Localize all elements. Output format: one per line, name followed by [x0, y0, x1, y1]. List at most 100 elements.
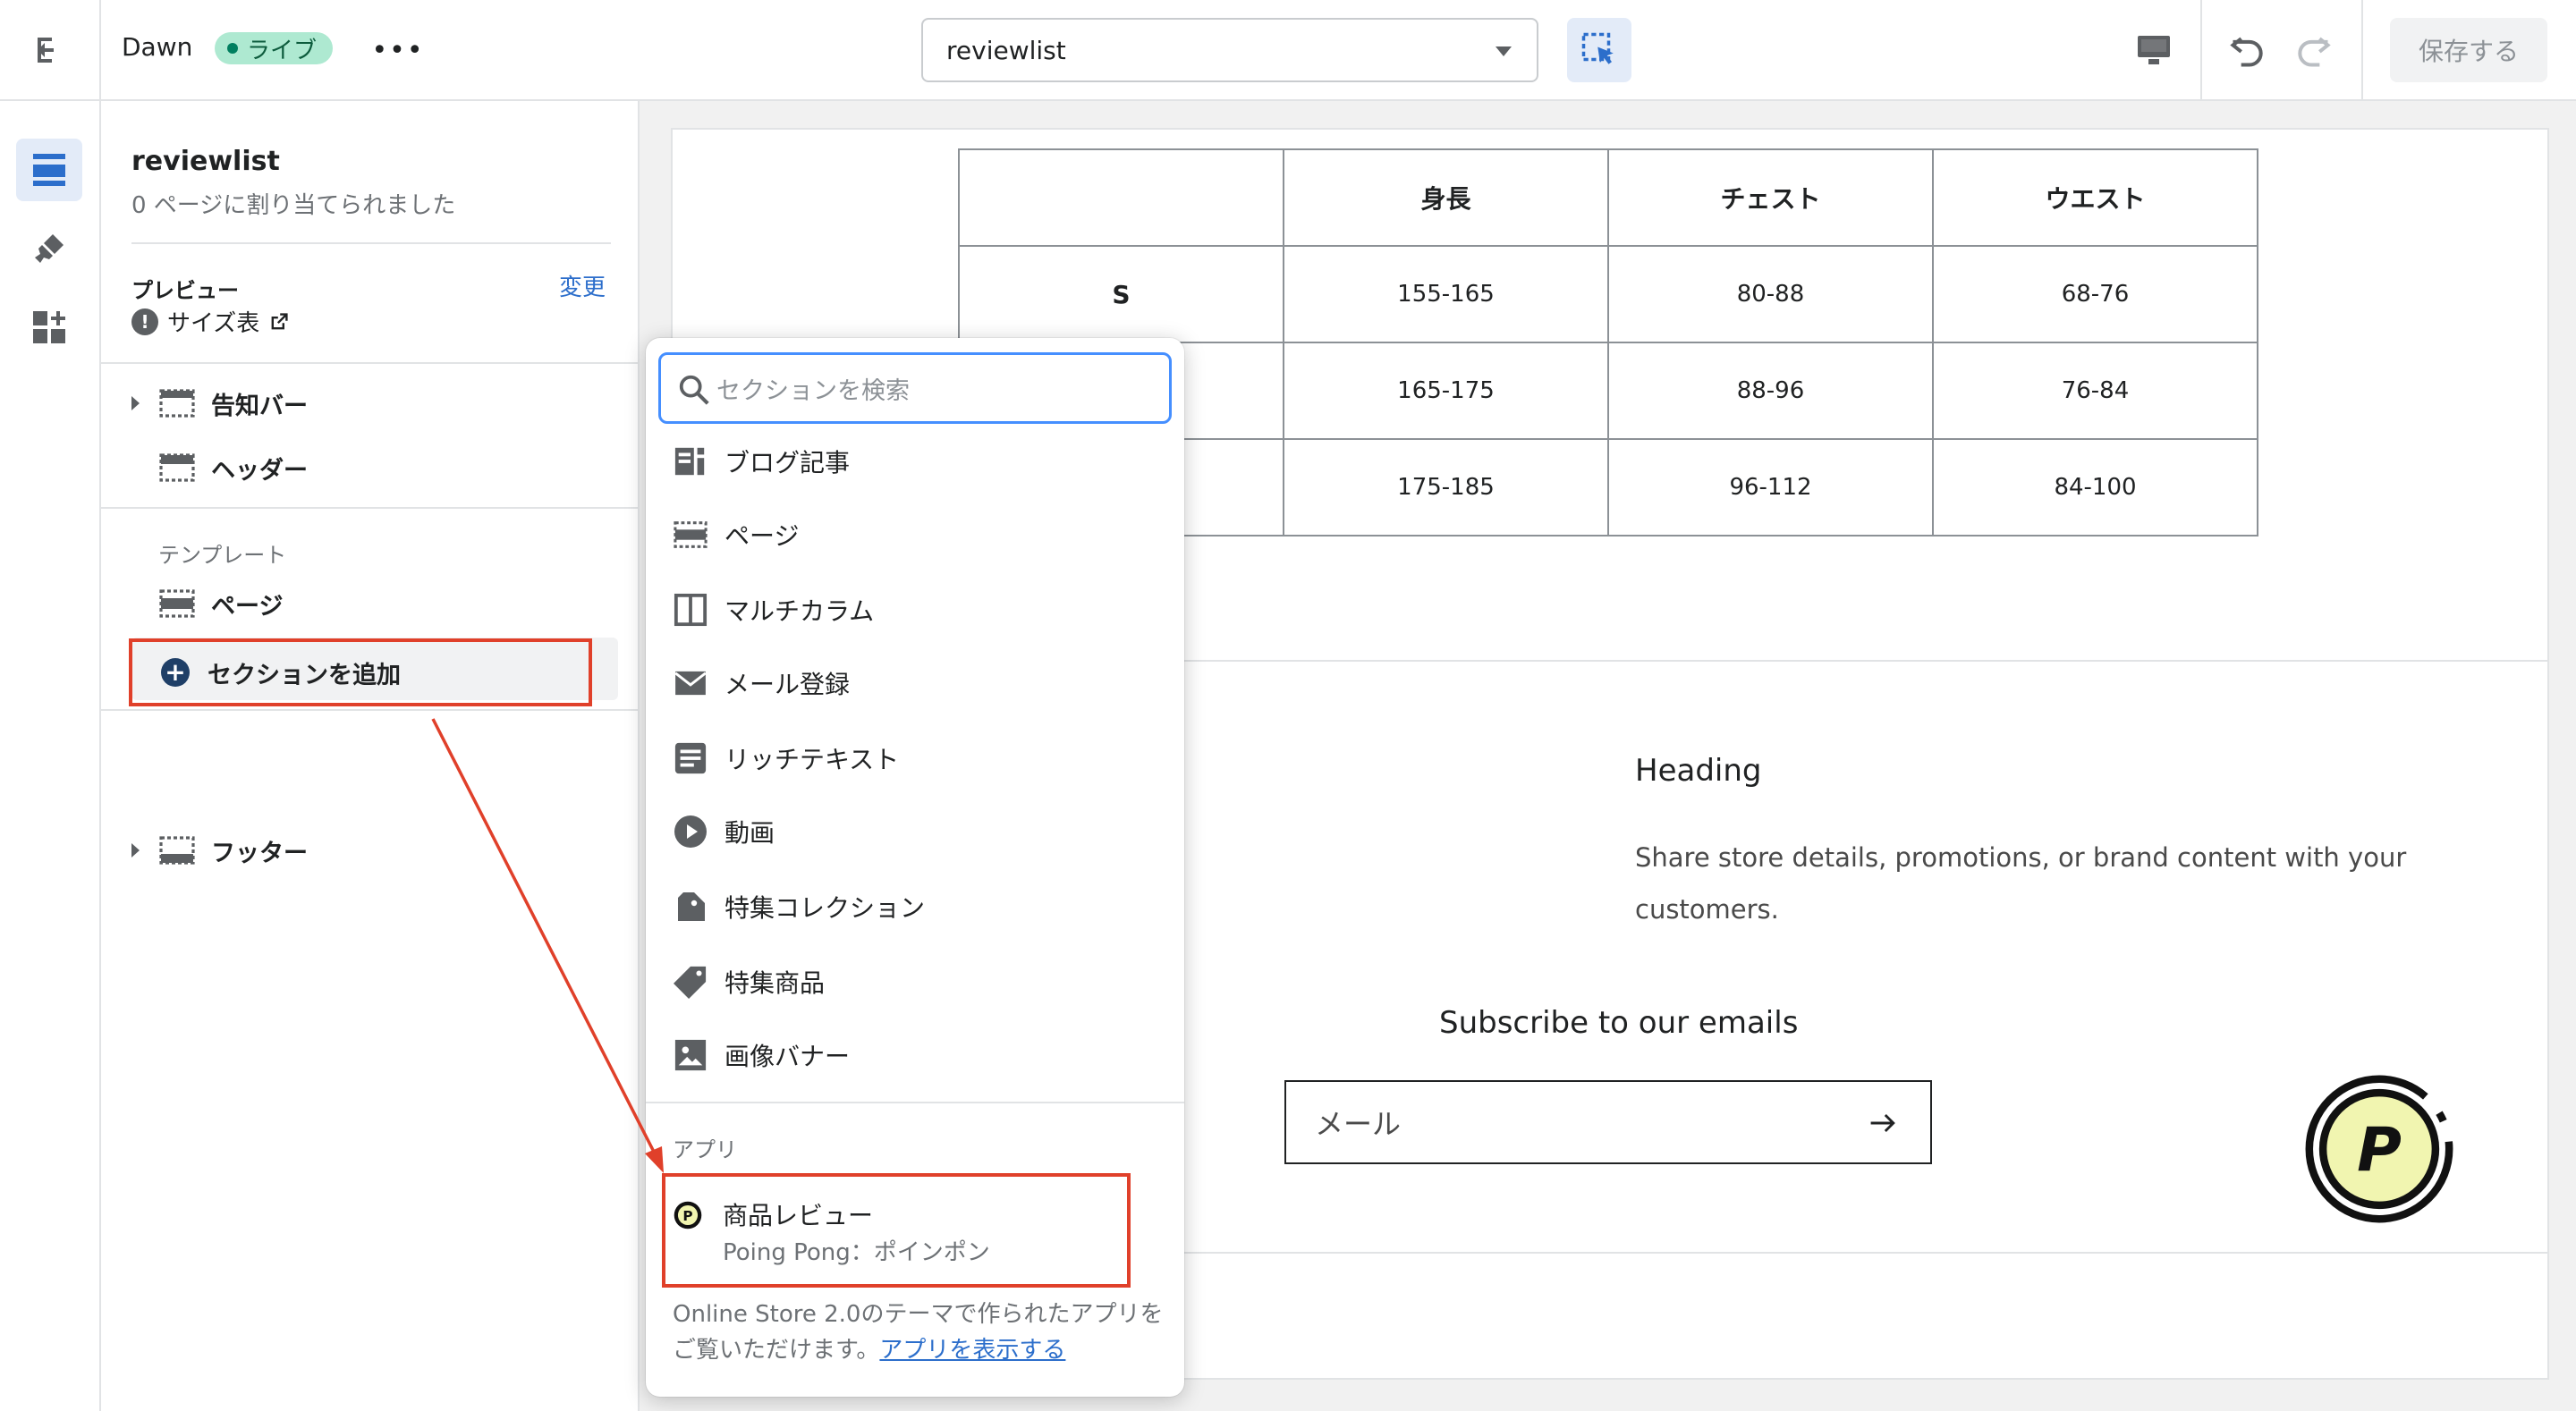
section-label: フッター	[211, 839, 308, 867]
tag-icon	[674, 966, 707, 999]
save-button[interactable]: 保存する	[2390, 18, 2547, 82]
undo-icon	[2230, 37, 2263, 67]
blog-icon	[674, 447, 705, 476]
section-label: ヘッダー	[211, 456, 308, 485]
multicolumn-icon	[674, 593, 708, 627]
section-header[interactable]: ヘッダー	[131, 450, 308, 486]
rail-sections-button[interactable]	[16, 139, 82, 201]
section-announcement-bar[interactable]: 告知バー	[131, 385, 308, 421]
popover-divider	[646, 1102, 1184, 1103]
popover-item-label: ブログ記事	[724, 448, 851, 477]
popover-item-featured-product[interactable]: 特集商品	[673, 960, 825, 1003]
table-cell: 84-100	[1932, 438, 2258, 537]
live-status-badge: ライブ	[215, 32, 334, 64]
apps-grid-icon	[33, 311, 65, 343]
table-header-row: 身長 チェスト ウエスト	[958, 148, 2258, 247]
svg-text:P: P	[2357, 1115, 2402, 1186]
popover-item-page[interactable]: ページ	[673, 513, 799, 556]
popover-item-multicolumn[interactable]: マルチカラム	[673, 588, 874, 631]
popover-item-richtext[interactable]: リッチテキスト	[673, 737, 899, 780]
paintbrush-icon	[35, 234, 64, 263]
add-section-highlight	[129, 638, 592, 706]
table-cell: 68-76	[1932, 245, 2258, 343]
caret-down-icon	[1496, 46, 1512, 56]
image-icon	[674, 1039, 707, 1071]
popover-item-label: ページ	[724, 521, 800, 551]
table-header-cell: 身長	[1283, 148, 1609, 247]
table-header-cell: ウエスト	[1932, 148, 2258, 247]
arrow-right-icon[interactable]	[1868, 1107, 1900, 1139]
panel-divider	[101, 709, 638, 711]
preview-page[interactable]: ! サイズ表	[131, 305, 290, 338]
more-actions-button[interactable]: •••	[371, 30, 422, 70]
preview-page-name: サイズ表	[167, 310, 260, 337]
table-header-cell	[958, 148, 1284, 247]
apps-group-label: アプリ	[673, 1137, 737, 1162]
section-page[interactable]: ページ	[131, 586, 283, 621]
preview-label: プレビュー	[131, 278, 239, 303]
rail-apps-button[interactable]	[16, 296, 82, 359]
richtext-body: Share store details, promotions, or bran…	[1635, 842, 2407, 925]
table-cell: 96-112	[1607, 438, 1934, 537]
section-label: ページ	[211, 592, 284, 621]
collection-icon	[678, 892, 705, 921]
desktop-preview-button[interactable]	[2129, 25, 2179, 75]
rail-theme-settings-button[interactable]	[16, 217, 82, 280]
table-cell: 76-84	[1932, 342, 2258, 440]
warning-icon: !	[131, 308, 158, 335]
inspector-toggle-button[interactable]	[1567, 18, 1631, 82]
newsletter-email-input[interactable]: メール	[1284, 1080, 1932, 1164]
popover-item-label: 画像バナー	[724, 1042, 851, 1071]
live-dot-icon	[227, 43, 238, 54]
table-cell: 88-96	[1607, 342, 1934, 440]
section-search-input[interactable]: セクションを検索	[658, 352, 1172, 424]
caret-right-icon	[131, 396, 140, 410]
template-assignment-count: 0 ページに割り当てられました	[131, 192, 456, 219]
left-rail	[0, 101, 101, 1411]
page-template-select[interactable]: reviewlist	[921, 18, 1538, 82]
desktop-icon	[2138, 36, 2170, 64]
caret-right-icon	[131, 843, 140, 858]
redo-icon	[2298, 37, 2331, 67]
exit-icon	[37, 37, 54, 63]
view-apps-link[interactable]: アプリを表示する	[879, 1337, 1065, 1364]
popover-item-blog[interactable]: ブログ記事	[673, 440, 850, 483]
redo-button[interactable]	[2288, 25, 2338, 75]
search-icon	[679, 375, 709, 405]
popover-item-video[interactable]: 動画	[673, 810, 775, 853]
popover-item-image-banner[interactable]: 画像バナー	[673, 1034, 850, 1077]
table-row: S 155-165 80-88 68-76	[958, 245, 2258, 343]
popover-item-label: メール登録	[724, 670, 851, 699]
popover-item-email-signup[interactable]: メール登録	[673, 662, 850, 705]
popover-item-label: 特集商品	[724, 968, 826, 998]
email-placeholder: メール	[1315, 1107, 1402, 1141]
panel-divider	[101, 507, 638, 509]
search-placeholder: セクションを検索	[716, 376, 910, 405]
newsletter-title: Subscribe to our emails	[1439, 1005, 1799, 1041]
section-label: 告知バー	[211, 392, 308, 420]
panel-divider	[131, 242, 611, 244]
table-cell: 175-185	[1283, 438, 1609, 537]
undo-button[interactable]	[2223, 25, 2273, 75]
richtext-heading: Heading	[1635, 753, 1762, 789]
table-header-cell: チェスト	[1607, 148, 1934, 247]
template-title: reviewlist	[131, 146, 280, 177]
live-badge-label: ライブ	[247, 37, 318, 64]
header-section-icon	[159, 453, 195, 482]
toolbar-divider	[2361, 0, 2363, 99]
table-cell: 80-88	[1607, 245, 1934, 343]
popover-item-featured-collection[interactable]: 特集コレクション	[673, 885, 925, 928]
template-group-label: テンプレート	[158, 543, 287, 568]
video-icon	[674, 815, 707, 848]
table-cell: 155-165	[1283, 245, 1609, 343]
section-footer[interactable]: フッター	[131, 832, 308, 868]
toolbar-divider	[2200, 0, 2202, 99]
sections-icon	[33, 154, 65, 186]
exit-button[interactable]	[0, 0, 101, 99]
theme-name: Dawn	[122, 32, 193, 62]
change-preview-link[interactable]: 変更	[559, 269, 606, 302]
page-section-icon	[159, 589, 195, 618]
select-cursor-icon	[1581, 32, 1614, 64]
app-item-highlight	[662, 1173, 1131, 1288]
top-bar: Dawn ライブ ••• reviewlist 保存する	[0, 0, 2576, 101]
